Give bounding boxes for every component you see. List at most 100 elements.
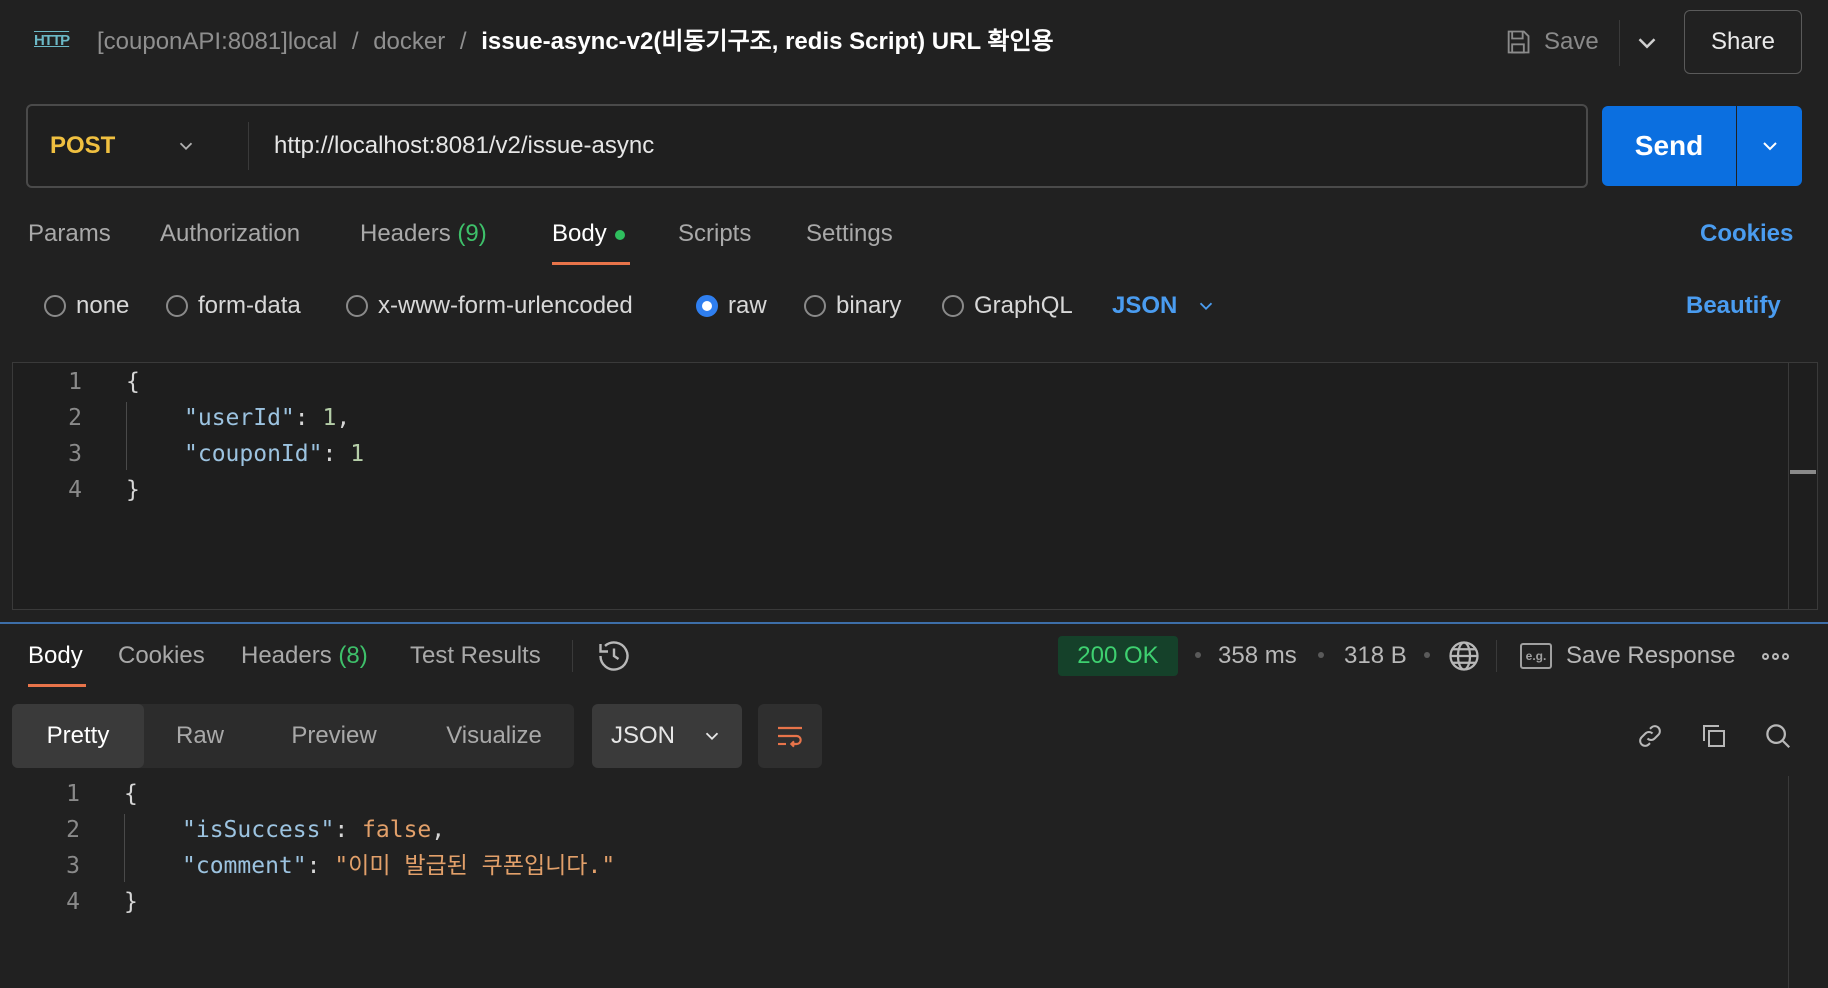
tab-label: Authorization (160, 220, 301, 247)
json-sep: : (322, 441, 351, 467)
separator-dot (1424, 652, 1430, 658)
code-line: "isSuccess": false, (124, 812, 615, 848)
code-line: "userId": 1, (126, 400, 364, 436)
request-title[interactable]: issue-async-v2(비동기구조, redis Script) URL … (481, 28, 1053, 55)
example-icon: e.g. (1520, 643, 1552, 669)
view-pretty-button[interactable]: Pretty (12, 704, 144, 768)
tab-body[interactable]: Body (552, 216, 625, 252)
separator-dot (1195, 652, 1201, 658)
view-visualize-button[interactable]: Visualize (432, 704, 556, 768)
breadcrumb: [couponAPI:8081]local / docker / issue-a… (97, 22, 1054, 62)
wrap-lines-button[interactable] (758, 704, 822, 768)
response-format-label: JSON (610, 722, 675, 749)
tab-params[interactable]: Params (28, 216, 111, 252)
response-gutter: 1 2 3 4 (20, 776, 80, 920)
line-number: 4 (66, 889, 80, 915)
radio-circle (44, 295, 66, 317)
tab-scripts[interactable]: Scripts (678, 216, 751, 252)
radio-label: none (76, 292, 130, 319)
headers-count: (8) (338, 642, 368, 669)
response-tab-cookies[interactable]: Cookies (118, 638, 205, 674)
radio-urlencoded[interactable]: x-www-form-urlencoded (346, 288, 633, 324)
tab-headers[interactable]: Headers (9) (360, 216, 487, 252)
tab-label: Body (552, 220, 607, 247)
headers-count: (9) (457, 220, 487, 247)
active-tab-indicator (552, 262, 630, 265)
tab-label: Headers (241, 642, 332, 669)
link-button[interactable] (1630, 716, 1670, 756)
save-response-label: Save Response (1566, 642, 1736, 669)
code-line: } (124, 889, 138, 915)
more-options-icon[interactable] (1762, 638, 1794, 674)
radio-binary[interactable]: binary (804, 288, 901, 324)
line-number: 4 (68, 477, 82, 503)
json-value: 1 (322, 405, 337, 431)
radio-none[interactable]: none (44, 288, 129, 324)
copy-button[interactable] (1694, 716, 1734, 756)
radio-graphql[interactable]: GraphQL (942, 288, 1073, 324)
line-number: 3 (68, 441, 82, 467)
response-tab-headers[interactable]: Headers (8) (241, 638, 368, 674)
breadcrumb-collection[interactable]: [couponAPI:8081]local (97, 28, 337, 55)
wrap-lines-icon (778, 726, 802, 748)
method-select[interactable]: POST (50, 124, 250, 168)
chevron-down-icon[interactable] (1632, 28, 1662, 58)
json-sep: : (294, 405, 323, 431)
radio-label: form-data (198, 292, 301, 319)
status-badge[interactable]: 200 OK (1058, 636, 1178, 676)
tab-label: Settings (806, 220, 893, 247)
send-button[interactable]: Send (1602, 106, 1736, 186)
breadcrumb-folder[interactable]: docker (373, 28, 445, 55)
tab-authorization[interactable]: Authorization (160, 216, 300, 252)
divider (248, 122, 249, 170)
code-line: "comment": "이미 발급된 쿠폰입니다." (124, 848, 615, 884)
chevron-down-icon (705, 732, 719, 741)
cookies-link[interactable]: Cookies (1700, 216, 1793, 252)
url-input[interactable] (274, 126, 1564, 166)
radio-circle (804, 295, 826, 317)
json-value: 1 (350, 441, 365, 467)
body-format-select[interactable]: JSON (1112, 288, 1217, 324)
response-time[interactable]: 358 ms (1218, 638, 1297, 674)
send-options-button[interactable] (1737, 106, 1802, 186)
globe-icon[interactable] (1446, 638, 1482, 674)
save-button[interactable]: Save (1504, 20, 1599, 64)
response-format-select[interactable]: JSON (592, 704, 742, 768)
beautify-link[interactable]: Beautify (1686, 288, 1781, 324)
tab-settings[interactable]: Settings (806, 216, 893, 252)
response-tab-body[interactable]: Body (28, 638, 83, 674)
view-raw-button[interactable]: Raw (158, 704, 242, 768)
share-button[interactable]: Share (1684, 10, 1802, 74)
radio-label: raw (728, 292, 767, 319)
divider (572, 640, 573, 672)
json-key: "couponId" (184, 441, 323, 467)
save-response-button[interactable]: e.g. Save Response (1520, 638, 1735, 674)
radio-circle (942, 295, 964, 317)
radio-label: binary (836, 292, 902, 319)
divider (1619, 20, 1620, 66)
tab-label: Body (28, 642, 83, 669)
json-value: "이미 발급된 쿠폰입니다." (334, 853, 616, 879)
line-number: 1 (66, 781, 80, 807)
json-comma: , (431, 817, 446, 843)
request-code: { "userId": 1, "couponId": 1 } (126, 364, 364, 508)
tab-label: Params (28, 220, 111, 247)
http-icon: HTTP (34, 32, 70, 49)
radio-circle-selected (696, 295, 718, 317)
view-preview-button[interactable]: Preview (276, 704, 392, 768)
history-icon[interactable] (596, 638, 632, 674)
scrollbar-track (1788, 363, 1789, 609)
response-tab-test-results[interactable]: Test Results (410, 638, 541, 674)
line-number: 3 (66, 853, 80, 879)
response-size[interactable]: 318 B (1344, 638, 1407, 674)
tab-label: Cookies (118, 642, 205, 669)
scrollbar-thumb[interactable] (1790, 470, 1816, 474)
search-button[interactable] (1758, 716, 1798, 756)
breadcrumb-separator: / (459, 28, 467, 55)
line-number: 2 (66, 817, 80, 843)
radio-raw[interactable]: raw (696, 288, 767, 324)
save-icon (1507, 30, 1530, 54)
radio-form-data[interactable]: form-data (166, 288, 301, 324)
response-divider[interactable] (0, 622, 1828, 624)
code-line: { (126, 369, 140, 395)
